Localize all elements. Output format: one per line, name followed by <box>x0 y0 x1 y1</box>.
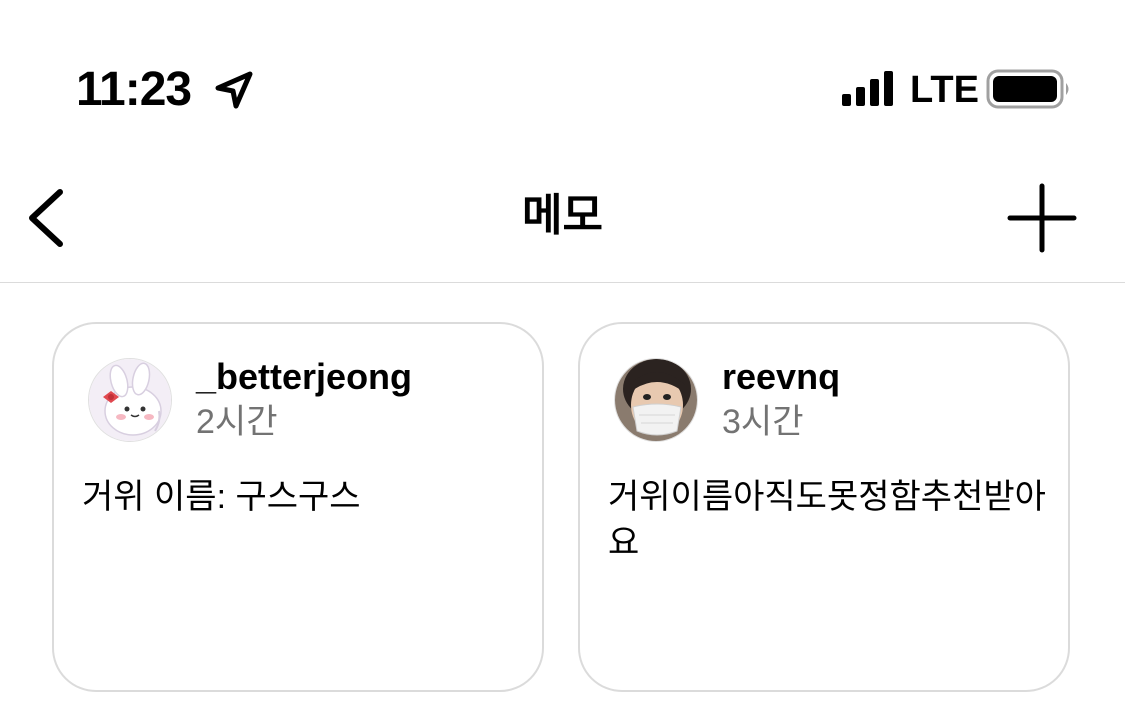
location-arrow-icon <box>215 71 253 109</box>
network-type: LTE <box>910 69 979 111</box>
username[interactable]: reevnq <box>722 354 840 400</box>
add-memo-button[interactable] <box>1004 180 1080 256</box>
timestamp: 2시간 <box>196 403 278 441</box>
avatar[interactable] <box>88 358 172 442</box>
memo-text: 거위 이름: 구스구스 <box>82 478 361 516</box>
avatar[interactable] <box>614 358 698 442</box>
nav-bar: 메모 <box>0 150 1125 283</box>
bunny-avatar-icon <box>89 359 171 441</box>
memo-card[interactable]: _betterjeong 2시간 거위 이름: 구스구스 <box>52 322 544 692</box>
memo-card[interactable]: reevnq 3시간 거위이름아직도못정함추천받아요 <box>578 322 1070 692</box>
timestamp: 3시간 <box>722 403 804 441</box>
person-avatar-icon <box>615 359 697 441</box>
page-title: 메모 <box>522 191 603 240</box>
signal-bars-icon <box>842 71 893 106</box>
status-bar: 11:23 LTE <box>0 0 1125 130</box>
status-time: 11:23 <box>76 63 192 116</box>
username[interactable]: _betterjeong <box>196 354 412 400</box>
memo-text: 거위이름아직도못정함추천받아요 <box>608 478 1046 562</box>
battery-icon <box>986 69 1069 109</box>
